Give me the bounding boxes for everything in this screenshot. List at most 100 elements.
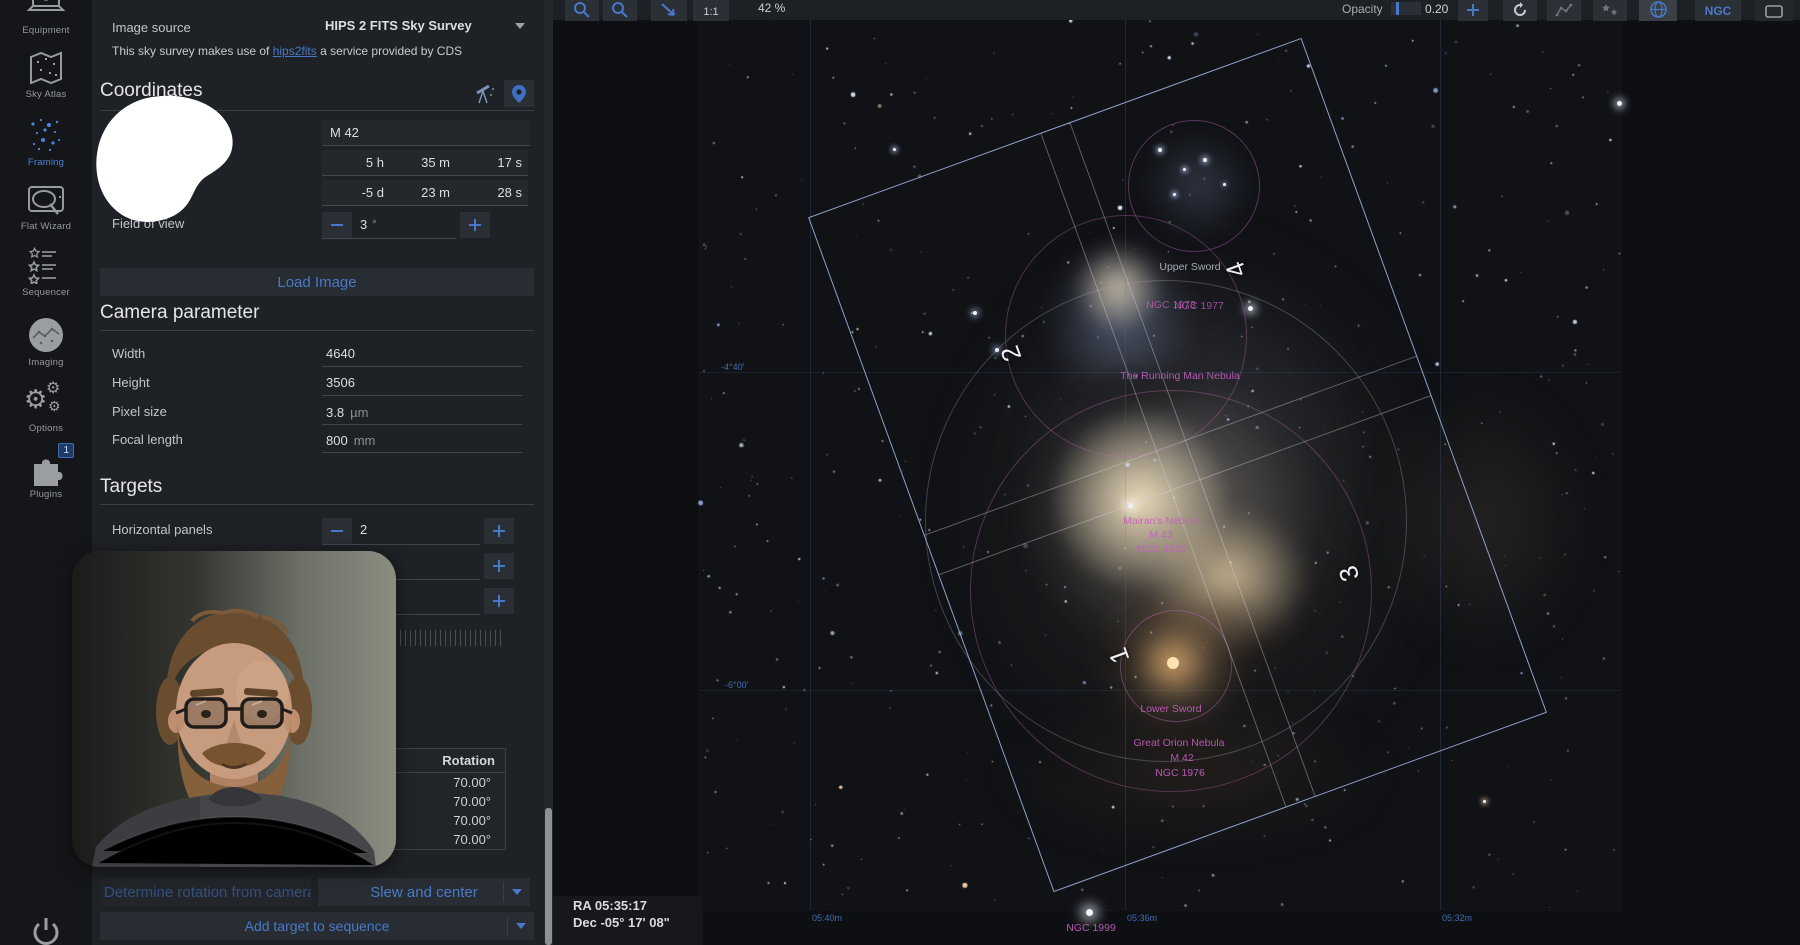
dec-seconds-input[interactable]: 28 s xyxy=(454,180,528,206)
target-location-button[interactable] xyxy=(504,80,534,107)
table-row[interactable]: 70.00° xyxy=(377,773,505,792)
horizontal-panels-decrease[interactable] xyxy=(322,518,352,544)
slew-and-center-button[interactable]: Slew and center xyxy=(318,878,530,906)
sky-chart-view[interactable]: 05:40m 05:36m 05:32m -4°40' -6°00' 1 2 3… xyxy=(553,0,1800,945)
sidebar-item-framing[interactable]: Framing xyxy=(0,116,92,168)
target-name-value: M 42 xyxy=(330,125,359,140)
refresh-icon xyxy=(1512,2,1528,18)
table-row[interactable]: 70.00° xyxy=(377,830,505,849)
sky-object-label: M 43 xyxy=(1149,529,1172,541)
resize-arrow-icon xyxy=(660,2,678,18)
target-name-input[interactable]: M 42 xyxy=(322,120,530,146)
mount-coords-button[interactable] xyxy=(470,80,500,107)
fit-view-button[interactable] xyxy=(651,0,687,21)
opacity-slider[interactable] xyxy=(1391,2,1421,15)
sky-object-label: Great Orion Nebula xyxy=(1133,737,1224,749)
bright-star xyxy=(893,148,896,151)
ngc1999-star xyxy=(1086,909,1093,916)
plus-icon xyxy=(493,595,505,607)
camera-row-label: Focal length xyxy=(112,432,183,447)
ra-hours-input[interactable]: 5 h xyxy=(322,150,390,176)
load-image-button[interactable]: Load Image xyxy=(100,268,534,296)
sidebar-item-sky-atlas[interactable]: Sky Atlas xyxy=(0,50,92,100)
plus-icon xyxy=(1467,4,1479,16)
value: 3.8 xyxy=(326,405,344,420)
bright-star xyxy=(1617,101,1622,106)
constellation-toggle-button[interactable] xyxy=(1547,0,1581,21)
hips2fits-link[interactable]: hips2fits xyxy=(273,44,317,58)
horizontal-panels-value: 2 xyxy=(360,522,367,537)
fov-decrease-button[interactable] xyxy=(322,212,352,238)
panel-overlap-line xyxy=(924,355,1416,535)
sidebar-item-equipment[interactable]: Equipment xyxy=(0,0,92,36)
sky-object-label: NGC 1977 xyxy=(1174,300,1224,312)
sidebar-item-plugins[interactable]: 1 Plugins xyxy=(0,450,92,500)
chevron-down-icon[interactable] xyxy=(516,923,526,929)
vertical-panels-increase[interactable] xyxy=(484,553,514,579)
determine-rotation-button[interactable]: Determine rotation from camera xyxy=(100,878,311,906)
horizontal-panels-label: Horizontal panels xyxy=(112,522,212,537)
image-source-dropdown[interactable]: HIPS 2 FITS Sky Survey xyxy=(325,18,525,33)
one-to-one-button[interactable]: 1:1 xyxy=(693,0,729,21)
opacity-label: Opacity xyxy=(1342,2,1383,16)
sidebar-item-label: Sky Atlas xyxy=(26,89,67,100)
sidebar-item-flat-wizard[interactable]: Flat Wizard xyxy=(0,184,92,232)
sky-object-label: Lower Sword xyxy=(1140,703,1201,715)
plugins-badge: 1 xyxy=(58,443,74,458)
sidebar-item-imaging[interactable]: Imaging xyxy=(0,316,92,368)
sidebar-item-label: Equipment xyxy=(22,25,69,36)
dec-seconds-value: 28 s xyxy=(497,185,522,200)
panel-scrollbar[interactable] xyxy=(544,0,553,945)
survey-note: This sky survey makes use of hips2fits a… xyxy=(112,44,462,58)
input-underline xyxy=(322,395,522,396)
options-icon: ⚙ ⚙ ⚙ xyxy=(24,384,68,420)
table-row[interactable]: 70.00° xyxy=(377,792,505,811)
scrollbar-thumb[interactable] xyxy=(545,808,552,945)
frame-outline-toggle-button[interactable] xyxy=(1755,0,1793,21)
image-source-label: Image source xyxy=(112,20,191,35)
sidebar-item-options[interactable]: ⚙ ⚙ ⚙ Options xyxy=(0,384,92,434)
overlap-increase[interactable] xyxy=(484,588,514,614)
ra-seconds-input[interactable]: 17 s xyxy=(454,150,528,176)
add-target-button[interactable]: Add target to sequence xyxy=(100,912,534,940)
opacity-increase-button[interactable] xyxy=(1458,0,1488,21)
button-divider xyxy=(507,916,508,936)
camera-row-value[interactable]: 3506 xyxy=(326,375,355,390)
reload-image-button[interactable] xyxy=(1503,0,1537,21)
sky-atlas-icon xyxy=(26,50,66,86)
map-pin-icon xyxy=(511,84,527,104)
table-row[interactable]: 70.00° xyxy=(377,811,505,830)
plus-icon xyxy=(493,560,505,572)
censor-blob xyxy=(90,92,240,232)
dec-minutes-input[interactable]: 23 m xyxy=(388,180,456,206)
camera-row-label: Width xyxy=(112,346,145,361)
sidebar-item-label: Plugins xyxy=(30,489,63,500)
sidebar-item-label: Sequencer xyxy=(22,287,70,298)
sky-toolbar: 1:1 42 % Opacity 0.20 xyxy=(553,0,1800,20)
sky-background-toggle-button[interactable] xyxy=(1639,0,1677,21)
horizontal-panels-increase[interactable] xyxy=(484,518,514,544)
plus-icon xyxy=(469,219,481,231)
camera-row-value[interactable]: 3.8µm xyxy=(326,404,368,422)
ngc-annotation-toggle-button[interactable]: NGC xyxy=(1695,0,1741,21)
one-to-one-label: 1:1 xyxy=(703,6,718,18)
webcam-overlay xyxy=(72,551,396,867)
camera-row-value[interactable]: 4640 xyxy=(326,346,355,361)
stars-toggle-button[interactable] xyxy=(1593,0,1627,21)
sequencer-icon xyxy=(26,246,66,284)
sidebar-item-sequencer[interactable]: Sequencer xyxy=(0,246,92,298)
opacity-slider-thumb[interactable] xyxy=(1396,2,1399,15)
ra-seconds-value: 17 s xyxy=(497,155,522,170)
zoom-out-button[interactable] xyxy=(603,0,637,21)
cursor-coordinates-readout: RA 05:35:17 Dec -05° 17' 08" xyxy=(553,896,703,945)
power-icon[interactable] xyxy=(28,918,64,945)
ra-minutes-input[interactable]: 35 m xyxy=(388,150,456,176)
camera-row-label: Height xyxy=(112,375,150,390)
zoom-in-icon xyxy=(573,2,591,18)
camera-row-value[interactable]: 800mm xyxy=(326,432,375,450)
dec-degrees-input[interactable]: -5 d xyxy=(322,180,390,206)
fov-increase-button[interactable] xyxy=(460,212,490,238)
chevron-down-icon[interactable] xyxy=(512,889,522,895)
sidebar-item-label: Framing xyxy=(28,157,64,168)
zoom-in-button[interactable] xyxy=(565,0,599,21)
